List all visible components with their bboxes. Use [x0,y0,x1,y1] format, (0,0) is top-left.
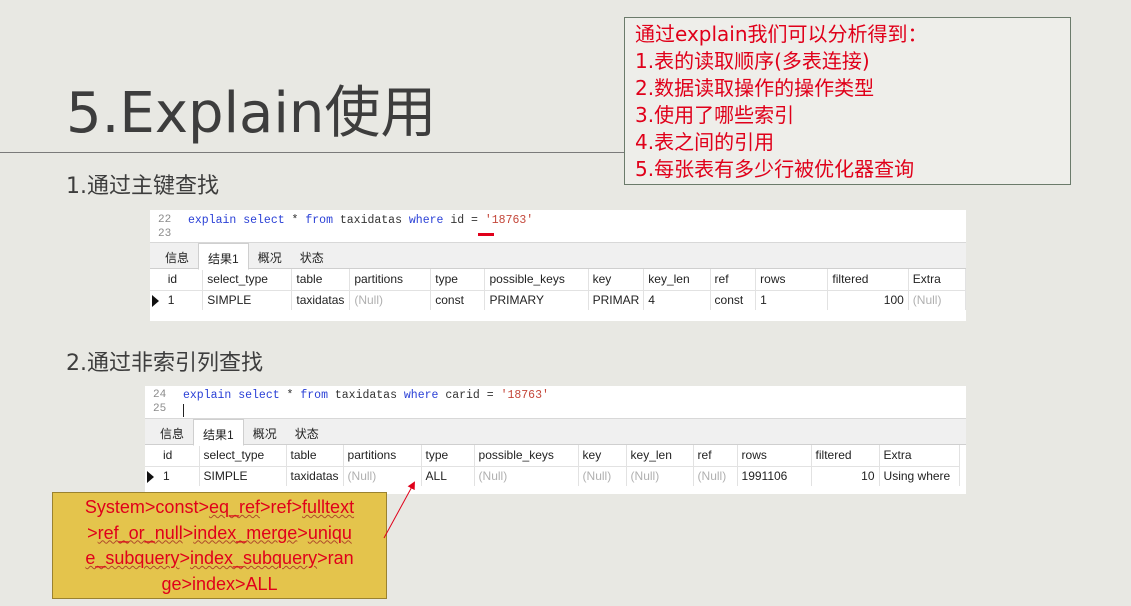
column-header[interactable]: id [159,445,200,467]
column-header[interactable]: type [421,445,475,467]
line-number: 22 [158,214,172,226]
text-caret [183,404,184,417]
note-line: 3.使用了哪些索引 [635,103,795,127]
callout-line: >ref_or_null>index_merge>uniqu [87,522,352,543]
column-header[interactable]: rows [737,445,812,467]
callout-line: System>const>eq_ref>ref>fulltext [84,497,355,517]
column-header[interactable]: ref [693,445,738,467]
column-header[interactable]: key [578,445,627,467]
result-grid: id select_type table partitions type pos… [150,269,967,310]
cell[interactable]: (Null) [578,466,627,486]
line-number: 25 [153,403,167,415]
column-header[interactable]: ref [710,269,757,291]
slide-title: 5.Explain使用 [66,81,437,146]
cell[interactable]: (Null) [693,466,738,486]
column-header[interactable]: select_type [199,445,287,467]
cell[interactable]: ALL [421,466,475,486]
cell[interactable]: 1 [163,290,204,310]
header-row: id select_type table partitions type pos… [145,445,960,467]
cell[interactable]: (Null) [349,290,432,310]
cell[interactable]: Using where [879,466,960,486]
tab-info[interactable]: 信息 [156,243,198,269]
cell[interactable]: const [430,290,486,310]
cell[interactable]: 1991106 [737,466,812,486]
type-order-callout: System>const>eq_ref>ref>fulltext >ref_or… [52,492,387,599]
cell[interactable]: SIMPLE [199,466,287,486]
column-header[interactable]: Extra [879,445,960,467]
note-line: 5.每张表有多少行被优化器查询 [635,157,915,181]
explain-benefits-box: 通过explain我们可以分析得到： 1.表的读取顺序(多表连接) 2.数据读取… [624,17,1071,185]
note-line: 1.表的读取顺序(多表连接) [635,49,870,73]
row-indicator-icon [150,290,164,310]
tab-result1[interactable]: 结果1 [198,243,249,270]
row-indicator-icon [145,466,159,486]
sql-query: explain select * from taxidatas where ca… [183,389,549,402]
cell[interactable]: 4 [643,290,711,310]
id-highlight-underline [478,233,494,236]
column-header[interactable]: select_type [202,269,293,291]
line-number: 24 [153,389,167,401]
cell[interactable]: taxidatas [286,466,344,486]
table-row[interactable]: 1 SIMPLE taxidatas (Null) const PRIMARY … [150,290,967,310]
cell[interactable]: (Null) [908,290,967,310]
cell[interactable]: PRIMAR [588,290,645,310]
cell[interactable]: 1 [755,290,829,310]
table-row[interactable]: 1 SIMPLE taxidatas (Null) ALL (Null) (Nu… [145,466,960,486]
column-header[interactable]: filtered [827,269,909,291]
tab-info[interactable]: 信息 [151,419,193,445]
section-heading-non-index: 2.通过非索引列查找 [66,351,263,376]
sql-editor[interactable]: 24 25 explain select * from taxidatas wh… [145,386,966,419]
cell[interactable]: (Null) [343,466,422,486]
tab-status[interactable]: 状态 [286,419,328,445]
cell[interactable]: (Null) [474,466,579,486]
query-result-panel-2: 24 25 explain select * from taxidatas wh… [145,386,966,494]
callout-line: e_subquery>index_subquery>ran [85,548,354,568]
column-header[interactable]: key_len [626,445,694,467]
note-line: 2.数据读取操作的操作类型 [635,76,875,100]
column-header[interactable]: possible_keys [474,445,579,467]
header-row: id select_type table partitions type pos… [150,269,967,291]
cell[interactable]: 1 [159,466,200,486]
column-header[interactable]: partitions [343,445,422,467]
cell[interactable]: PRIMARY [484,290,589,310]
column-header[interactable]: Extra [908,269,967,291]
result-tabs: 信息 结果1 概况 状态 [145,419,966,446]
tab-overview[interactable]: 概况 [249,243,291,269]
cell[interactable]: SIMPLE [202,290,293,310]
note-line: 通过explain我们可以分析得到： [635,22,928,46]
column-header[interactable]: possible_keys [484,269,589,291]
column-header[interactable]: key_len [643,269,711,291]
result-tabs: 信息 结果1 概况 状态 [150,243,966,270]
column-header[interactable]: key [588,269,645,291]
column-header[interactable]: filtered [811,445,880,467]
sql-query: explain select * from taxidatas where id… [188,214,534,227]
column-header[interactable]: table [291,269,351,291]
result-grid: id select_type table partitions type pos… [145,445,960,486]
line-number: 23 [158,228,172,240]
cell[interactable]: 100 [827,290,909,310]
column-header[interactable]: rows [755,269,829,291]
section-heading-primary-key: 1.通过主键查找 [66,174,219,199]
query-result-panel-1: 22 23 explain select * from taxidatas wh… [150,210,967,321]
column-header[interactable]: partitions [349,269,432,291]
tab-result1[interactable]: 结果1 [193,419,244,446]
sql-editor[interactable]: 22 23 explain select * from taxidatas wh… [150,210,966,243]
column-header[interactable]: table [286,445,344,467]
cell[interactable]: 10 [811,466,880,486]
note-line: 4.表之间的引用 [635,130,775,154]
tab-overview[interactable]: 概况 [244,419,286,445]
column-header[interactable]: type [430,269,486,291]
column-header[interactable]: id [163,269,204,291]
tab-status[interactable]: 状态 [291,243,333,269]
callout-line: ge>index>ALL [161,573,278,594]
cell[interactable]: taxidatas [291,290,351,310]
cell[interactable]: (Null) [626,466,694,486]
cell[interactable]: const [710,290,757,310]
